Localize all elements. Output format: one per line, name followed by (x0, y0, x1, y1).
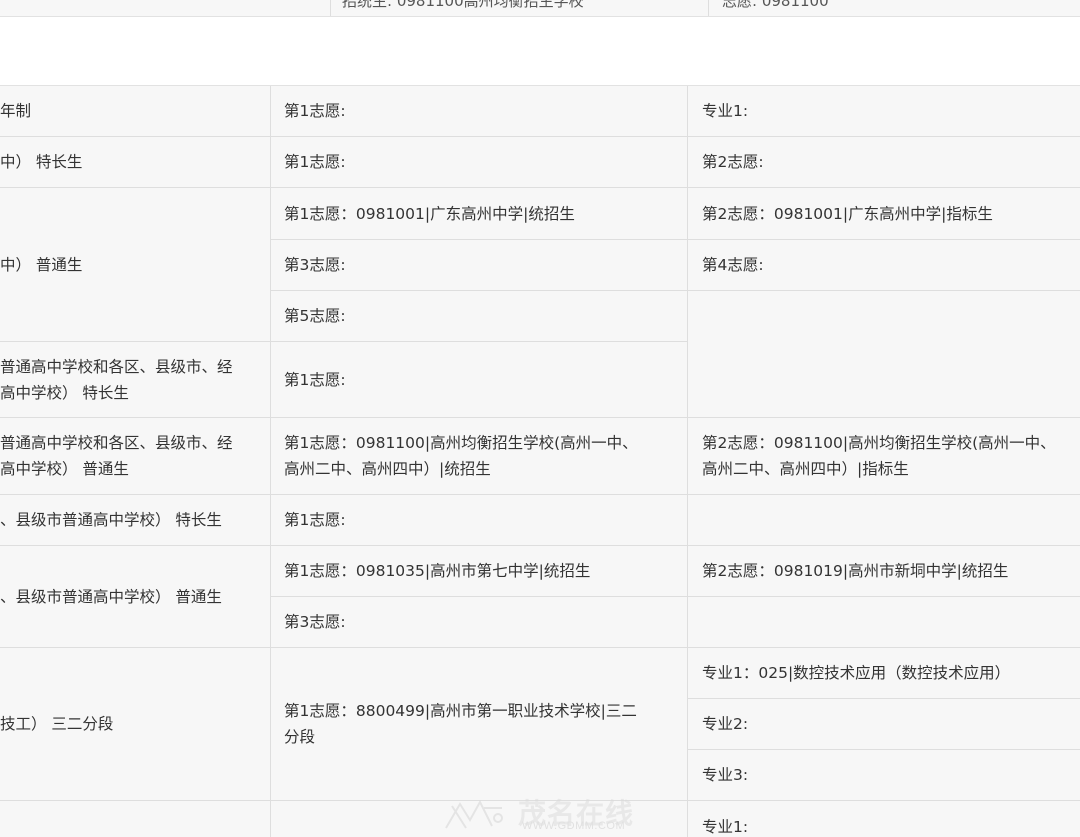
category-cell: 、县级市普通高中学校） 特长生 (0, 495, 271, 546)
top-partial-col3: 志愿: 0981100 (722, 0, 829, 10)
choice-cell: 第1志愿：8800499|高州市第一职业技术学校|三二 分段 (271, 648, 688, 801)
major-cell: 专业3: (688, 750, 1080, 801)
choice-cell: 第1志愿：0981100|高州均衡招生学校(高州一中、 高州二中、高州四中）|统… (271, 418, 688, 495)
category-cell: 中） 普通生 (0, 188, 271, 342)
category-cell: 年制 (0, 86, 271, 137)
watermark: 茂名在线 WWW.GDMM.COM (440, 790, 645, 837)
choice-cell: 第1志愿: (271, 342, 688, 418)
choice-cell: 第5志愿: (271, 291, 688, 342)
choice-cell: 第2志愿：0981100|高州均衡招生学校(高州一中、 高州二中、高州四中）|指… (688, 418, 1080, 495)
major-cell: 专业1: (688, 801, 1080, 837)
category-cell: 普通高中学校和各区、县级市、经 高中学校） 特长生 (0, 342, 271, 418)
watermark-url: WWW.GDMM.COM (522, 820, 626, 832)
major-cell: 专业1：025|数控技术应用（数控技术应用） (688, 648, 1080, 699)
choice-cell: 第2志愿：0981001|广东高州中学|指标生 (688, 188, 1080, 240)
category-cell (0, 801, 271, 837)
empty-cell (688, 597, 1080, 648)
choice-cell: 第1志愿: (271, 137, 688, 188)
choice-cell: 第1志愿: (271, 495, 688, 546)
choice-cell: 第3志愿: (271, 240, 688, 291)
choice-cell: 第2志愿: (688, 137, 1080, 188)
category-cell: 普通高中学校和各区、县级市、经 高中学校） 普通生 (0, 418, 271, 495)
choice-cell: 第1志愿：0981001|广东高州中学|统招生 (271, 188, 688, 240)
top-partial-col2: 招统生: 0981100高州均衡招生学校 (342, 0, 584, 10)
major-cell: 专业2: (688, 699, 1080, 750)
choice-cell: 第4志愿: (688, 240, 1080, 291)
empty-cell (688, 495, 1080, 546)
category-cell: 、县级市普通高中学校） 普通生 (0, 546, 271, 648)
section-gap (0, 16, 1080, 86)
category-cell: 中） 特长生 (0, 137, 271, 188)
empty-cell (688, 291, 1080, 418)
choice-cell: 第2志愿：0981019|高州市新垌中学|统招生 (688, 546, 1080, 597)
choice-cell: 第3志愿: (271, 597, 688, 648)
category-cell: 技工） 三二分段 (0, 648, 271, 801)
choice-cell: 第1志愿: (271, 86, 688, 137)
watermark-logo-icon (445, 799, 503, 829)
choice-cell: 第1志愿：0981035|高州市第七中学|统招生 (271, 546, 688, 597)
major-cell: 专业1: (688, 86, 1080, 137)
top-partial-row: 招统生: 0981100高州均衡招生学校 志愿: 0981100 (0, 0, 1080, 16)
